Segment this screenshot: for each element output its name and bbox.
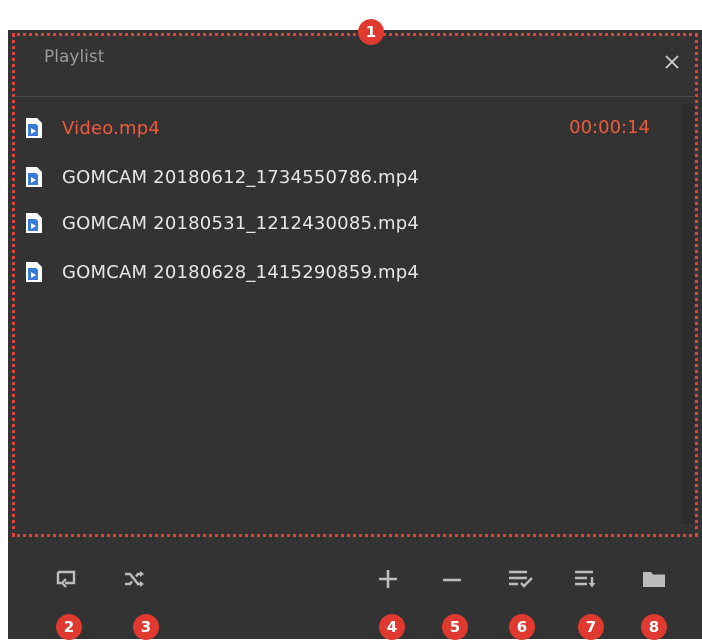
- header-divider: [14, 96, 696, 97]
- playlist-item[interactable]: GOMCAM 20180628_1415290859.mp4: [26, 257, 666, 287]
- playlist-item[interactable]: Video.mp4 00:00:14: [26, 113, 666, 143]
- callout-badge-7: 7: [578, 614, 604, 640]
- callout-badge-1: 1: [358, 19, 384, 45]
- playlist-item-name: GOMCAM 20180531_1212430085.mp4: [62, 212, 420, 234]
- shuffle-button[interactable]: [121, 568, 149, 590]
- remove-button[interactable]: [438, 568, 466, 590]
- sort-button[interactable]: [572, 568, 600, 590]
- remove-icon: [443, 578, 461, 582]
- repeat-button[interactable]: [52, 568, 80, 590]
- scrollbar-track[interactable]: [682, 104, 694, 524]
- repeat-icon: [56, 570, 76, 588]
- close-button[interactable]: [662, 52, 682, 72]
- close-icon: [665, 55, 679, 69]
- playlist-item-name: Video.mp4: [62, 117, 161, 139]
- open-folder-button[interactable]: [640, 568, 668, 590]
- video-file-icon: [26, 167, 42, 187]
- callout-badge-5: 5: [442, 614, 468, 640]
- sort-icon: [575, 570, 596, 588]
- playlist-item-duration: 00:00:14: [569, 117, 650, 138]
- playlist-item[interactable]: GOMCAM 20180612_1734550786.mp4: [26, 162, 666, 192]
- add-icon: [379, 570, 397, 588]
- callout-badge-3: 3: [133, 614, 159, 640]
- folder-icon: [643, 572, 665, 587]
- callout-badge-8: 8: [641, 614, 667, 640]
- callout-badge-2: 2: [56, 614, 82, 640]
- select-all-icon: [509, 570, 533, 588]
- video-file-icon: [26, 213, 42, 233]
- video-file-icon: [26, 118, 42, 138]
- callout-badge-4: 4: [379, 614, 405, 640]
- video-file-icon: [26, 262, 42, 282]
- playlist-item-name: GOMCAM 20180612_1734550786.mp4: [62, 166, 420, 188]
- select-all-button[interactable]: [507, 568, 535, 590]
- playlist-title: Playlist: [44, 47, 105, 67]
- shuffle-icon: [125, 571, 144, 587]
- playlist-item[interactable]: GOMCAM 20180531_1212430085.mp4: [26, 208, 666, 238]
- callout-badge-6: 6: [509, 614, 535, 640]
- add-button[interactable]: [374, 568, 402, 590]
- playlist-item-name: GOMCAM 20180628_1415290859.mp4: [62, 261, 420, 283]
